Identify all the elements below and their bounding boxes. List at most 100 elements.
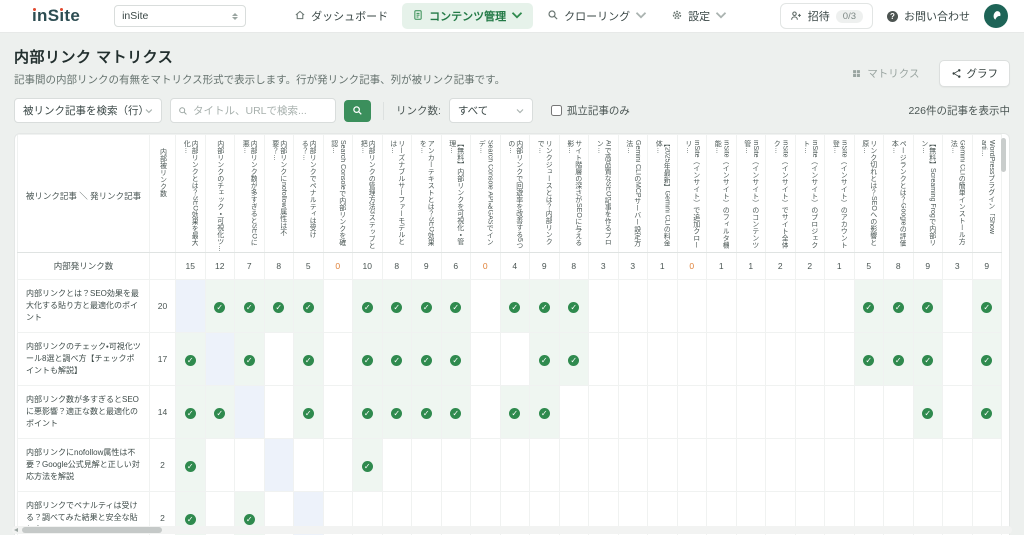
link-cell-checked: ✓: [264, 280, 294, 333]
nav-item-1[interactable]: コンテンツ管理: [402, 3, 533, 29]
link-cell-empty: [972, 439, 1002, 492]
article-column-header[interactable]: inSite（インサイト）のプロジェクト…: [795, 135, 825, 253]
link-cell-checked: ✓: [530, 386, 560, 439]
article-column-header[interactable]: 【無料】内部リンクを可視化・管理…: [441, 135, 471, 253]
gear-icon: [671, 9, 683, 24]
article-column-header[interactable]: Gemini CLIのMCPサーバー設定方法…: [618, 135, 648, 253]
link-cell-empty: [589, 280, 619, 333]
search-icon: [178, 106, 188, 116]
link-cell-checked: ✓: [500, 280, 530, 333]
article-column-header[interactable]: アンカーテキストとは？SEO効果を…: [412, 135, 442, 253]
link-cell-empty: [943, 280, 973, 333]
article-row-label[interactable]: 内部リンク数が多すぎるとSEOに悪影響？適正な数と最適化のポイント: [18, 386, 150, 439]
contact-label: お問い合わせ: [904, 8, 970, 24]
article-column-header[interactable]: Search Console API＆GASでインデ…: [471, 135, 501, 253]
link-cell-empty: [471, 439, 501, 492]
nav-item-2[interactable]: クローリング: [537, 3, 657, 29]
article-column-header[interactable]: 内部リンクで回遊率を改善する5つの…: [500, 135, 530, 253]
check-icon: ✓: [893, 302, 904, 313]
article-column-header[interactable]: inSite（インサイト）のアカウント登…: [825, 135, 855, 253]
article-column-header[interactable]: 【2025年最新】Gemini CLIの料金体…: [648, 135, 678, 253]
article-column-header[interactable]: WordPressプラグイン「Show arti…: [972, 135, 1002, 253]
horizontal-scrollbar-thumb[interactable]: [22, 527, 162, 533]
article-column-header[interactable]: 内部リンクの管理方法3ステップと把…: [353, 135, 383, 253]
article-column-header[interactable]: inSite（インサイト）のコンテンツ管…: [736, 135, 766, 253]
link-cell-checked: ✓: [884, 280, 914, 333]
article-column-header[interactable]: inSite（インサイト）のフィルタ機能…: [707, 135, 737, 253]
matrix-row: 内部リンク数が多すぎるとSEOに悪影響？適正な数と最適化のポイント14✓✓✓✓✓…: [18, 386, 1002, 439]
search-button[interactable]: [344, 100, 371, 122]
avatar[interactable]: [984, 4, 1008, 28]
article-column-header[interactable]: AIで高品質なSEO記事を作るプロン…: [589, 135, 619, 253]
graph-view-button[interactable]: グラフ: [939, 60, 1011, 87]
article-column-header[interactable]: inSite（インサイト）で追加クローリ…: [677, 135, 707, 253]
horizontal-scrollbar[interactable]: [12, 526, 1012, 534]
contact-link[interactable]: ? お問い合わせ: [887, 8, 970, 24]
outbound-count-value: 12: [205, 253, 235, 280]
article-column-header[interactable]: 内部リンクでペナルティは受ける？…: [294, 135, 324, 253]
link-cell-checked: ✓: [353, 386, 383, 439]
article-column-header[interactable]: 内部リンクにnofollow属性は不要？…: [264, 135, 294, 253]
link-cell-checked: ✓: [205, 280, 235, 333]
article-column-header[interactable]: inSite（インサイト）でサイト全体ク…: [766, 135, 796, 253]
link-cell-empty: [648, 386, 678, 439]
article-row-label[interactable]: 内部リンクとは？SEO効果を最大化する貼り方と最適化のポイント: [18, 280, 150, 333]
article-column-header[interactable]: サイト階層の深さがSEOに与える影…: [559, 135, 589, 253]
check-icon: ✓: [185, 461, 196, 472]
inbound-count-column-header: 内部被リンク数: [150, 135, 176, 253]
link-cell-empty: [707, 386, 737, 439]
link-count-select[interactable]: すべて: [449, 98, 533, 123]
link-cell-empty: [618, 333, 648, 386]
check-icon: ✓: [391, 355, 402, 366]
isolated-only-checkbox[interactable]: 孤立記事のみ: [551, 103, 630, 118]
article-row-label[interactable]: 内部リンクのチェック・可視化ツール8選と調べ方【チェックポイントも解説】: [18, 333, 150, 386]
invite-label: 招待: [808, 8, 830, 24]
invite-button[interactable]: 招待 0/3: [780, 3, 873, 29]
link-cell-empty: [943, 439, 973, 492]
outbound-count-value: 9: [913, 253, 943, 280]
project-select[interactable]: inSite: [114, 5, 246, 27]
vertical-scrollbar[interactable]: [1001, 138, 1006, 172]
link-cell-checked: ✓: [235, 333, 265, 386]
article-column-header[interactable]: リーズナブルサーファーモデルとは…: [382, 135, 412, 253]
article-column-header[interactable]: Gemini CLIの簡単インストール方法…: [943, 135, 973, 253]
outbound-count-value: 3: [943, 253, 973, 280]
link-cell-checked: ✓: [441, 386, 471, 439]
inbound-count-value: 20: [150, 280, 176, 333]
link-cell-empty: [500, 439, 530, 492]
isolated-only-input[interactable]: [551, 105, 562, 116]
link-cell-empty: [943, 333, 973, 386]
person-plus-icon: [790, 10, 802, 22]
article-column-header[interactable]: 内部リンク数が多すぎるとSEOに悪…: [235, 135, 265, 253]
outbound-count-value: 5: [854, 253, 884, 280]
matrix-view-button[interactable]: マトリクス: [840, 61, 930, 86]
grid-icon: [851, 68, 862, 79]
check-icon: ✓: [981, 355, 992, 366]
article-column-header[interactable]: 【無料】Screaming Frogで内部リン…: [913, 135, 943, 253]
nav-item-3[interactable]: 設定: [661, 3, 737, 29]
article-column-header[interactable]: ページランクとは？Googleの評価本…: [884, 135, 914, 253]
check-icon: ✓: [362, 302, 373, 313]
nav-item-0[interactable]: ダッシュボード: [284, 3, 398, 29]
row-search-mode-select[interactable]: 被リンク記事を検索（行）: [14, 98, 162, 123]
outbound-count-value: 15: [176, 253, 206, 280]
article-column-header[interactable]: 内部リンクのチェック・可視化ツ…: [205, 135, 235, 253]
check-icon: ✓: [568, 302, 579, 313]
search-input[interactable]: [193, 105, 328, 117]
link-cell-empty: [677, 386, 707, 439]
matrix-card: 被リンク記事 ＼ 発リンク記事内部被リンク数内部リンクとは？SEO効果を最大化……: [14, 133, 1010, 535]
article-column-header[interactable]: リンク切れとは？SEOへの影響と原…: [854, 135, 884, 253]
navbar-right: 招待 0/3 ? お問い合わせ: [780, 3, 1008, 29]
article-column-header[interactable]: リンクジュースとは？内部リンクで…: [530, 135, 560, 253]
article-column-header[interactable]: 内部リンクとは？SEO効果を最大化…: [176, 135, 206, 253]
row-search-mode-value: 被リンク記事を検索（行）: [23, 103, 145, 118]
page-subtitle: 記事間の内部リンクの有無をマトリクス形式で表示します。行が発リンク記事、列が被リ…: [14, 72, 505, 87]
check-icon: ✓: [185, 514, 196, 525]
link-cell-empty: [707, 439, 737, 492]
chevron-down-icon: [516, 108, 524, 114]
article-row-label[interactable]: 内部リンクにnofollow属性は不要？Google公式見解と正しい対応方法を解…: [18, 439, 150, 492]
self-cell: [235, 386, 265, 439]
app-logo[interactable]: ınSıte: [32, 6, 80, 26]
article-column-header[interactable]: Search Consoleで内部リンクを確認…: [323, 135, 353, 253]
link-cell-empty: [323, 280, 353, 333]
